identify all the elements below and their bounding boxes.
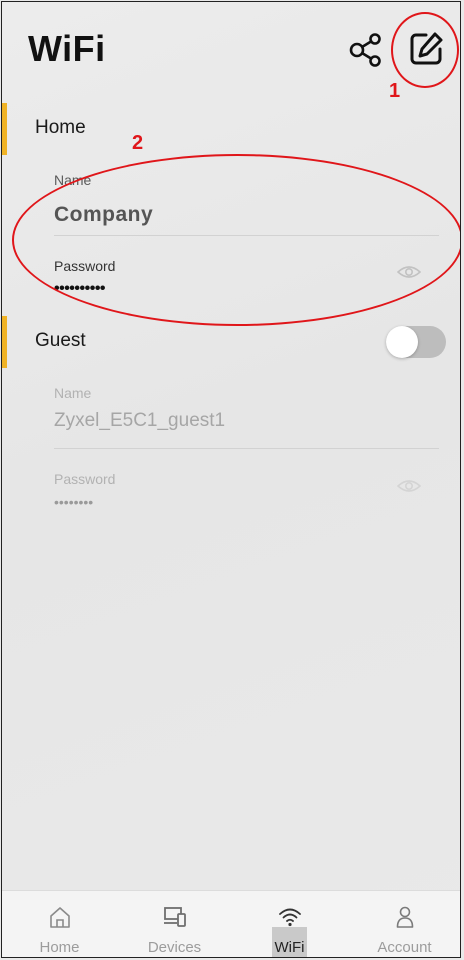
annotation-number-2: 2	[132, 132, 144, 154]
header: WiFi 1	[2, 2, 460, 102]
tab-home-label: Home	[39, 939, 80, 956]
tab-wifi-label: WiFi	[274, 939, 305, 956]
toggle-knob	[386, 326, 418, 358]
guest-wifi-toggle[interactable]	[386, 326, 446, 358]
home-icon	[50, 907, 70, 928]
guest-password-visibility-toggle	[396, 478, 422, 494]
share-button[interactable]	[346, 30, 386, 70]
guest-section-label: Guest	[35, 330, 86, 351]
home-section-label: Home	[35, 117, 86, 138]
annotation-circle-1	[391, 12, 459, 88]
section-accent-bar	[2, 103, 7, 155]
devices-icon	[164, 907, 186, 927]
tab-wifi[interactable]: WiFi	[232, 891, 347, 957]
page-title: WiFi	[28, 28, 106, 69]
account-icon	[396, 906, 414, 928]
bottom-tab-bar: Home Devices WiFi Account	[2, 890, 460, 957]
tab-home[interactable]: Home	[2, 891, 117, 957]
guest-password-value: ••••••••	[54, 494, 94, 510]
section-accent-bar	[2, 316, 7, 368]
tab-devices[interactable]: Devices	[117, 891, 232, 957]
tab-account-label: Account	[377, 939, 432, 956]
app-screen: WiFi 1 Home Name Company Password ••••••…	[1, 1, 461, 958]
annotation-number-1: 1	[389, 80, 401, 102]
guest-name-divider	[54, 448, 439, 449]
annotation-ellipse-2	[12, 154, 460, 326]
share-icon	[349, 33, 381, 67]
guest-name-label: Name	[54, 385, 92, 401]
guest-password-label: Password	[54, 471, 116, 487]
home-section-header: Home	[2, 103, 460, 155]
guest-name-value: Zyxel_E5C1_guest1	[54, 410, 226, 431]
wifi-icon	[279, 908, 301, 927]
eye-icon	[396, 480, 422, 492]
tab-devices-label: Devices	[147, 939, 202, 956]
tab-account[interactable]: Account	[347, 891, 460, 957]
